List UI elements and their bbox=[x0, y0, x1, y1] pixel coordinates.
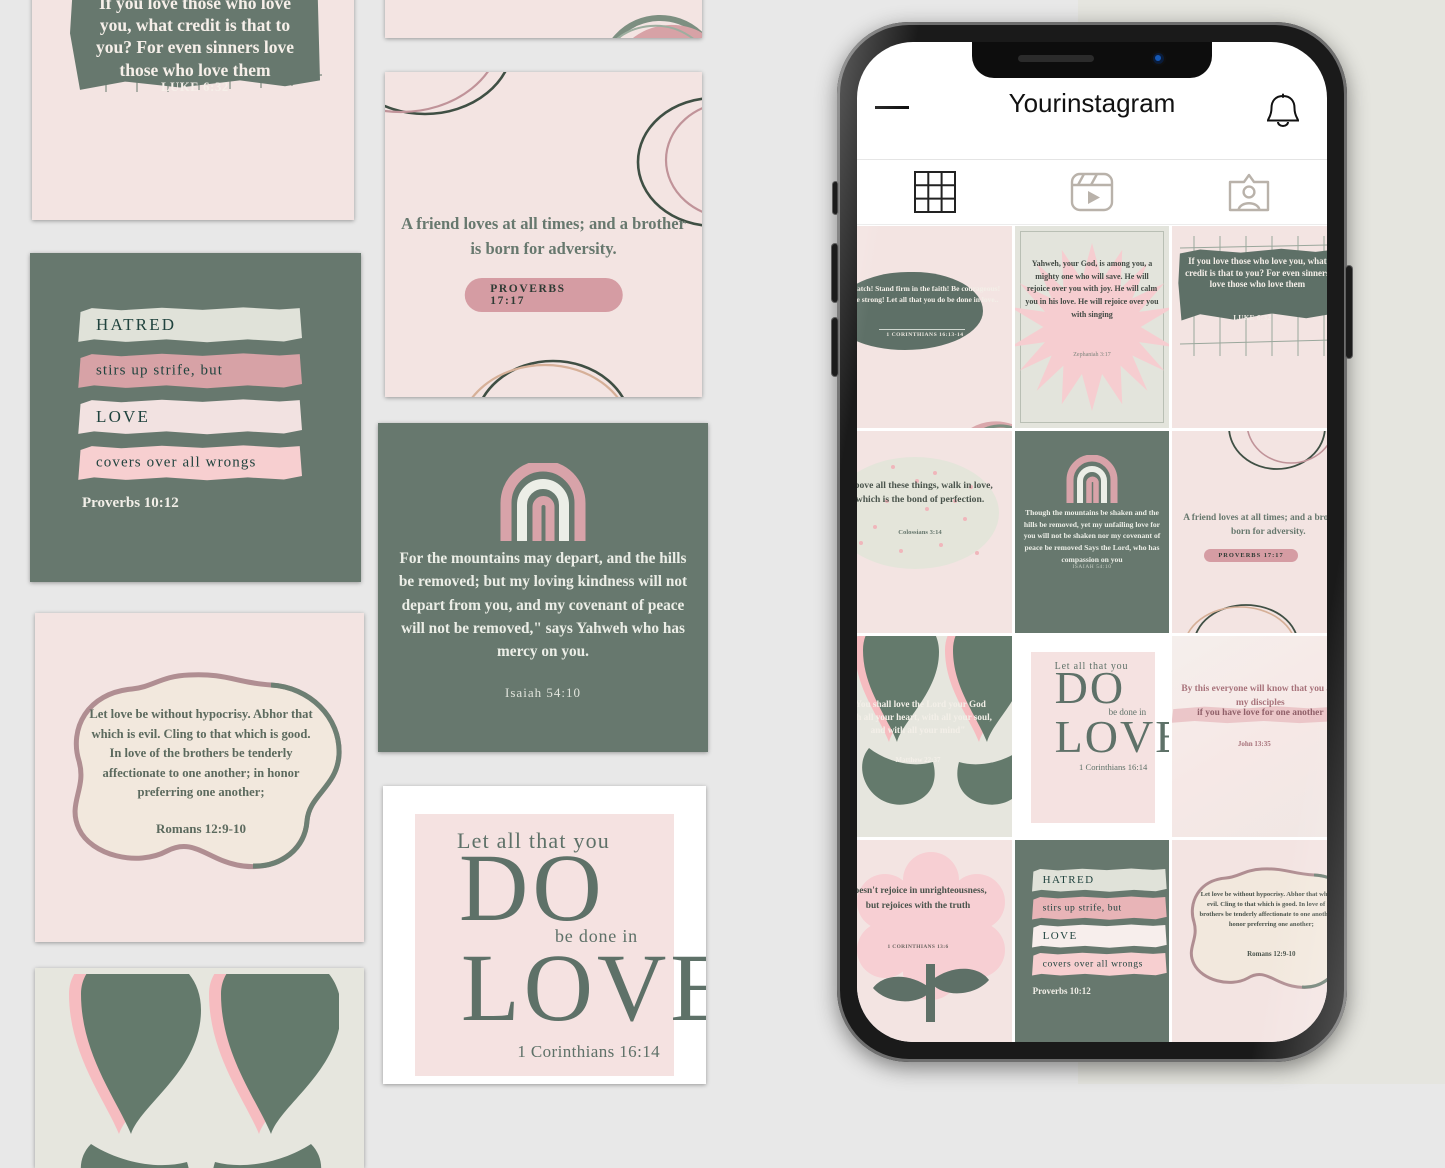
brush-stroke-1: HATRED bbox=[78, 307, 302, 343]
clover-shape-decoration bbox=[69, 974, 339, 1168]
phone-mockup: Yourinstagram bbox=[832, 22, 1352, 1062]
phone-glass-sheen bbox=[837, 22, 1347, 1062]
rainbow-icon bbox=[500, 463, 586, 541]
design-card-proverbs-10[interactable]: HATRED stirs up strife, but LOVE covers … bbox=[30, 253, 361, 582]
card-friend-text: A friend loves at all times; and a broth… bbox=[401, 214, 686, 258]
design-card-top-partial[interactable] bbox=[385, 0, 702, 38]
do-love-reference: 1 Corinthians 16:14 bbox=[517, 1042, 660, 1061]
brush-stroke-3: LOVE bbox=[78, 399, 302, 435]
card-isaiah-reference: Isaiah 54:10 bbox=[505, 685, 581, 700]
card-isaiah-text: For the mountains may depart, and the hi… bbox=[398, 550, 688, 660]
card-luke-reference: LUKE 6:32 bbox=[161, 80, 229, 94]
card-romans-text: Let love be without hypocrisy. Abhor tha… bbox=[89, 707, 313, 800]
front-camera bbox=[1153, 53, 1164, 64]
phone-notch bbox=[972, 42, 1212, 78]
earpiece-speaker bbox=[1018, 55, 1094, 62]
love-word: LOVE bbox=[461, 934, 706, 1041]
arc-decoration-topleft bbox=[385, 72, 507, 116]
do-word: DO bbox=[459, 834, 606, 941]
card-romans-reference: Romans 12:9-10 bbox=[156, 821, 246, 836]
design-card-romans-12[interactable]: Let love be without hypocrisy. Abhor tha… bbox=[35, 613, 364, 942]
card-hatred-reference: Proverbs 10:12 bbox=[82, 495, 179, 511]
design-card-luke[interactable]: If you love those who love you, what cre… bbox=[32, 0, 354, 220]
hatred-line-3: LOVE bbox=[96, 407, 151, 426]
card-luke-text: If you love those who love you, what cre… bbox=[95, 0, 294, 80]
design-card-proverbs-17[interactable]: A friend loves at all times; and a broth… bbox=[385, 72, 702, 397]
arc-decoration bbox=[612, 14, 702, 38]
design-card-clover[interactable] bbox=[35, 968, 364, 1168]
design-card-isaiah-54[interactable]: For the mountains may depart, and the hi… bbox=[378, 423, 708, 752]
card-friend-reference: PROVERBS 17:17 bbox=[464, 278, 623, 312]
arc-decoration-bottom bbox=[471, 359, 624, 397]
brush-stroke-4: covers over all wrongs bbox=[78, 445, 302, 481]
hatred-line-2: stirs up strife, but bbox=[96, 362, 223, 379]
design-card-do-love[interactable]: DO Let all that you DO be done in LOVE L… bbox=[383, 786, 706, 1084]
brush-stroke-2: stirs up strife, but bbox=[78, 353, 302, 389]
hatred-line-4: covers over all wrongs bbox=[96, 454, 257, 471]
hatred-line-1: HATRED bbox=[96, 315, 177, 334]
